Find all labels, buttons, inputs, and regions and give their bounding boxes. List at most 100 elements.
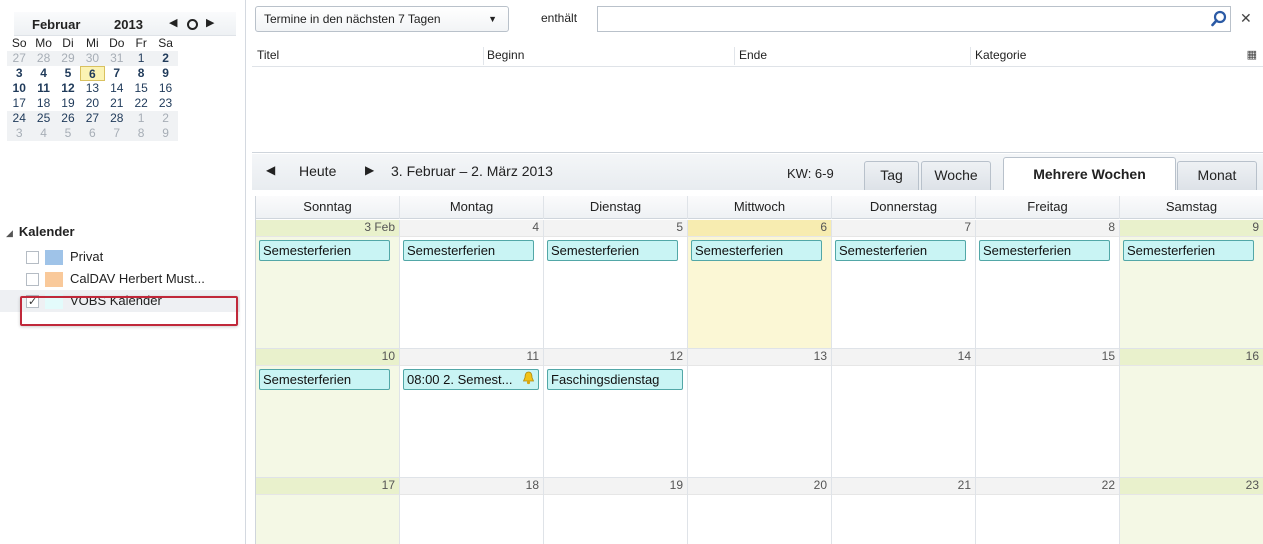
mini-calendar-day[interactable]: 9 [153,126,178,141]
day-cell[interactable]: 23 [1120,478,1263,544]
event-item[interactable]: Semesterferien [259,240,390,261]
calendar-item[interactable]: Privat [0,246,240,268]
event-item[interactable]: Semesterferien [259,369,390,390]
mini-calendar-day[interactable]: 14 [105,81,129,96]
close-icon[interactable]: ✕ [1240,10,1252,27]
search-icon[interactable] [1210,10,1228,28]
mini-calendar-day[interactable]: 21 [105,96,129,111]
mini-calendar-day[interactable]: 4 [31,126,56,141]
next-icon[interactable]: ▶ [365,163,374,177]
day-cell[interactable]: 7 Semesterferien [832,220,976,349]
event-item[interactable]: 08:00 2. Semest... [403,369,539,390]
day-cell[interactable]: 21 [832,478,976,544]
mini-calendar-day[interactable]: 6 [80,126,105,141]
day-cell[interactable]: 3 Feb Semesterferien [256,220,400,349]
event-item[interactable]: Semesterferien [979,240,1110,261]
mini-calendar-day[interactable]: 7 [105,66,129,81]
column-start[interactable]: Beginn [487,48,524,62]
today-circle-icon[interactable] [187,19,198,30]
event-item[interactable]: Faschingsdienstag [547,369,683,390]
column-picker-icon[interactable]: ▦ [1247,48,1257,61]
column-divider[interactable] [734,47,735,65]
mini-calendar-day[interactable]: 4 [31,66,55,81]
mini-calendar-day[interactable]: 8 [128,126,154,141]
mini-calendar-day[interactable]: 11 [31,81,55,96]
day-cell[interactable]: 15 [976,349,1120,478]
mini-calendar-day[interactable]: 10 [7,81,31,96]
day-cell[interactable]: 19 [544,478,688,544]
mini-calendar-day[interactable]: 5 [55,126,81,141]
today-button[interactable]: Heute [299,163,336,179]
day-cell[interactable]: 20 [688,478,832,544]
previous-month-icon[interactable]: ◀ [169,15,177,31]
day-cell[interactable]: 5 Semesterferien [544,220,688,349]
calendar-item[interactable]: CalDAV Herbert Must... [0,268,240,290]
mini-calendar-day[interactable]: 29 [55,51,81,66]
tab-week[interactable]: Woche [921,161,991,190]
tab-day[interactable]: Tag [864,161,919,190]
mini-calendar-day[interactable]: 8 [129,66,153,81]
mini-calendar-day[interactable]: 23 [153,96,177,111]
mini-calendar-day[interactable]: 2 [153,111,178,126]
tab-month[interactable]: Monat [1177,161,1257,190]
mini-calendar-day[interactable]: 1 [128,51,154,66]
mini-calendar-day[interactable]: 18 [31,96,55,111]
mini-calendar-day[interactable]: 3 [7,126,32,141]
event-item[interactable]: Semesterferien [835,240,966,261]
mini-calendar-day[interactable]: 28 [31,51,56,66]
column-end[interactable]: Ende [739,48,767,62]
date-filter-dropdown[interactable]: Termine in den nächsten 7 Tagen ▼ [255,6,509,32]
mini-calendar-day[interactable]: 24 [7,111,32,126]
day-cell[interactable]: 14 [832,349,976,478]
mini-calendar-day[interactable]: 19 [56,96,80,111]
mini-calendar-day[interactable]: 13 [80,81,104,96]
next-month-icon[interactable]: ▶ [206,15,214,31]
column-divider[interactable] [970,47,971,65]
mini-calendar-day[interactable]: 3 [7,66,31,81]
mini-calendar-day[interactable]: 17 [7,96,31,111]
mini-calendar-day[interactable]: 25 [31,111,56,126]
event-item[interactable]: Semesterferien [547,240,678,261]
pane-divider[interactable] [245,0,246,544]
search-input[interactable] [597,6,1231,32]
calendar-checkbox[interactable] [26,251,39,264]
mini-calendar-day[interactable]: 2 [153,51,178,66]
tab-multiweek[interactable]: Mehrere Wochen [1003,157,1176,190]
previous-icon[interactable]: ◀ [266,163,275,177]
day-cell[interactable]: 10 Semesterferien [256,349,400,478]
mini-calendar-day[interactable]: 27 [7,51,32,66]
collapse-triangle-icon[interactable]: ◢ [6,228,13,238]
day-cell[interactable]: 11 08:00 2. Semest... [400,349,544,478]
mini-calendar-day[interactable]: 22 [129,96,153,111]
mini-calendar-day[interactable]: 28 [104,111,129,126]
event-item[interactable]: Semesterferien [1123,240,1254,261]
event-item[interactable]: Semesterferien [691,240,822,261]
mini-calendar-day[interactable]: 27 [80,111,105,126]
calendar-list-header[interactable]: ◢ Kalender [0,222,240,242]
day-cell[interactable]: 18 [400,478,544,544]
mini-calendar-day[interactable]: 20 [80,96,104,111]
column-category[interactable]: Kategorie [975,48,1026,62]
day-cell[interactable]: 17 [256,478,400,544]
day-cell[interactable]: 8 Semesterferien [976,220,1120,349]
mini-calendar-day[interactable]: 7 [104,126,129,141]
mini-calendar-day[interactable]: 12 [56,81,80,96]
mini-calendar-today[interactable]: 6 [80,66,105,81]
calendar-checkbox[interactable] [26,273,39,286]
column-title[interactable]: Titel [257,48,279,62]
mini-calendar-day[interactable]: 9 [153,66,177,81]
mini-calendar-year[interactable]: 2013 [114,17,143,32]
mini-calendar-day[interactable]: 31 [104,51,129,66]
day-cell[interactable]: 13 [688,349,832,478]
mini-calendar-day[interactable]: 30 [80,51,105,66]
mini-calendar-day[interactable]: 16 [153,81,177,96]
mini-calendar-month[interactable]: Februar [32,17,80,32]
day-cell[interactable]: 22 [976,478,1120,544]
day-cell[interactable]: 6 Semesterferien [688,220,832,349]
day-cell[interactable]: 4 Semesterferien [400,220,544,349]
event-item[interactable]: Semesterferien [403,240,534,261]
column-divider[interactable] [483,47,484,65]
mini-calendar-day[interactable]: 5 [56,66,80,81]
day-cell[interactable]: 9 Semesterferien [1120,220,1263,349]
day-cell[interactable]: 12 Faschingsdienstag [544,349,688,478]
